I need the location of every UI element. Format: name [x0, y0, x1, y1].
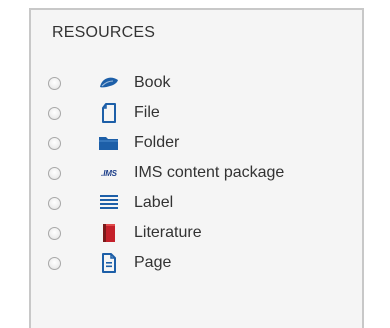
- radio-page[interactable]: [48, 256, 61, 270]
- resource-label-folder: Folder: [134, 134, 180, 151]
- folder-icon: [98, 132, 120, 154]
- resource-label-label: Label: [134, 194, 174, 211]
- resource-item-ims[interactable]: .IMS IMS content package: [48, 158, 348, 188]
- literature-icon: [98, 222, 120, 244]
- resource-label-page: Page: [134, 254, 172, 271]
- ims-icon: .IMS: [98, 162, 120, 184]
- ims-icon-text: .IMS: [101, 168, 117, 178]
- resource-label-file: File: [134, 104, 160, 121]
- resources-panel: RESOURCES Book File Folder .IMS IMS cont…: [29, 8, 364, 328]
- resource-item-literature[interactable]: Literature: [48, 218, 348, 248]
- resource-item-label[interactable]: Label: [48, 188, 348, 218]
- resource-item-page[interactable]: Page: [48, 248, 348, 278]
- radio-ims[interactable]: [48, 166, 61, 180]
- resources-heading: RESOURCES: [52, 24, 156, 41]
- file-icon: [98, 102, 120, 124]
- radio-literature[interactable]: [48, 226, 61, 240]
- radio-folder[interactable]: [48, 136, 61, 150]
- resource-label-literature: Literature: [134, 224, 202, 241]
- resource-item-folder[interactable]: Folder: [48, 128, 348, 158]
- radio-book[interactable]: [48, 76, 61, 90]
- radio-label[interactable]: [48, 196, 61, 210]
- label-icon: [98, 192, 120, 214]
- page-icon: [98, 252, 120, 274]
- book-icon: [98, 72, 120, 94]
- resource-item-book[interactable]: Book: [48, 68, 348, 98]
- resource-label-book: Book: [134, 74, 171, 91]
- resource-item-file[interactable]: File: [48, 98, 348, 128]
- resource-label-ims: IMS content package: [134, 164, 285, 181]
- radio-file[interactable]: [48, 106, 61, 120]
